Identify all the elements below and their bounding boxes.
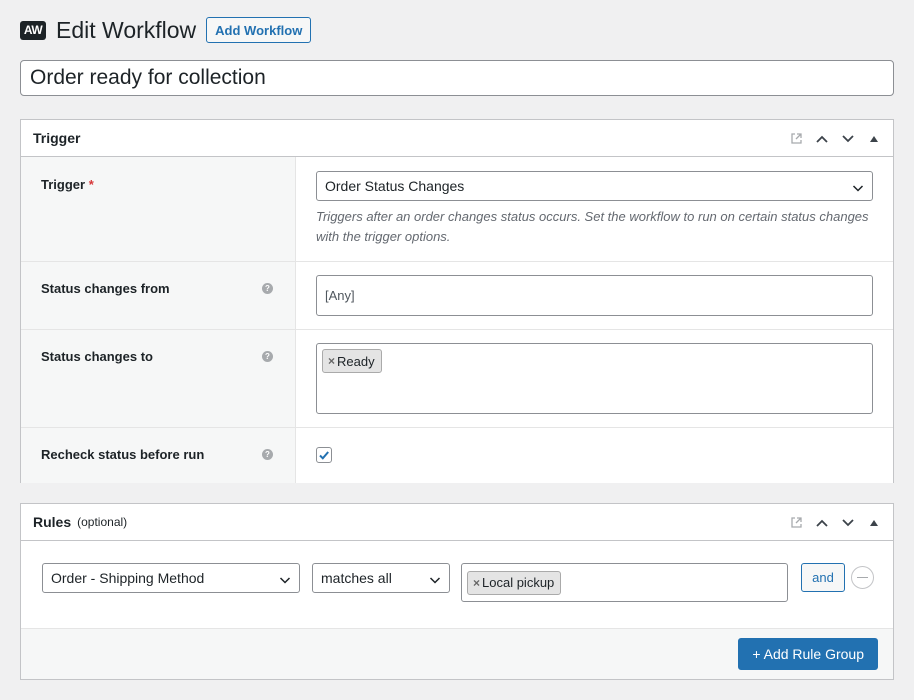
chevron-down-icon[interactable] <box>835 510 861 536</box>
add-workflow-button[interactable]: Add Workflow <box>206 17 312 43</box>
recheck-row: Recheck status before run ? <box>21 428 893 483</box>
help-icon[interactable]: ? <box>262 351 273 362</box>
rule-value-chip: × Local pickup <box>467 570 562 595</box>
trigger-field-input-cell: Order Status Changes Triggers after an o… <box>296 157 893 261</box>
trigger-field-label-cell: Trigger * <box>21 157 296 261</box>
status-to-label-cell: Status changes to ? <box>21 330 296 427</box>
help-icon[interactable]: ? <box>262 283 273 294</box>
rules-box-controls <box>783 504 887 541</box>
trigger-select[interactable]: Order Status Changes <box>316 171 873 201</box>
rules-box-title: Rules <box>33 514 72 530</box>
status-to-multiselect[interactable]: × Ready <box>316 343 873 414</box>
external-link-icon[interactable] <box>783 126 809 152</box>
page-title: Edit Workflow <box>56 16 197 43</box>
page-header: AW Edit Workflow Add Workflow <box>20 16 312 44</box>
recheck-checkbox[interactable] <box>316 447 332 463</box>
add-rule-group-button[interactable]: + Add Rule Group <box>738 638 878 670</box>
rules-box-subtitle: (optional) <box>77 515 128 529</box>
status-from-input-cell: [Any] <box>296 262 893 329</box>
trigger-box-title: Trigger <box>33 130 81 146</box>
trigger-field-row: Trigger * Order Status Changes Triggers … <box>21 157 893 262</box>
rule-value-multiselect[interactable]: × Local pickup <box>461 563 788 602</box>
trigger-description: Triggers after an order changes status o… <box>316 209 869 244</box>
chevron-down-icon <box>429 573 441 589</box>
rules-footer: + Add Rule Group <box>21 628 893 679</box>
recheck-label: Recheck status before run <box>41 447 205 462</box>
recheck-label-cell: Recheck status before run ? <box>21 428 296 483</box>
required-marker: * <box>88 177 94 192</box>
minus-icon <box>857 577 868 578</box>
chevron-down-icon <box>279 573 291 589</box>
rule-field-select[interactable]: Order - Shipping Method <box>42 563 300 593</box>
chevron-up-icon[interactable] <box>809 510 835 536</box>
status-from-label: Status changes from <box>41 281 170 296</box>
trigger-box-header: Trigger <box>21 120 893 157</box>
checkmark-icon <box>319 451 329 460</box>
status-to-label: Status changes to <box>41 349 153 364</box>
status-chip: × Ready <box>322 349 382 373</box>
chip-remove-icon[interactable]: × <box>473 576 480 590</box>
trigger-box-controls <box>783 120 887 157</box>
rules-box: Rules (optional) Order - Shipping Method <box>20 503 894 680</box>
and-button[interactable]: and <box>801 563 845 592</box>
status-from-label-cell: Status changes from ? <box>21 262 296 329</box>
chevron-up-icon[interactable] <box>809 126 835 152</box>
collapse-toggle-icon[interactable] <box>861 126 887 152</box>
status-from-row: Status changes from ? [Any] <box>21 262 893 330</box>
status-to-row: Status changes to ? × Ready <box>21 330 893 428</box>
rules-box-header: Rules (optional) <box>21 504 893 541</box>
recheck-input-cell <box>296 428 893 483</box>
chevron-down-icon[interactable] <box>835 126 861 152</box>
workflow-title-input[interactable]: Order ready for collection <box>20 60 894 96</box>
automatewoo-logo: AW <box>20 20 46 40</box>
external-link-icon[interactable] <box>783 510 809 536</box>
remove-rule-button[interactable] <box>851 566 874 589</box>
status-from-input[interactable]: [Any] <box>316 275 873 316</box>
trigger-field-label: Trigger * <box>41 177 94 192</box>
chevron-down-icon <box>852 181 864 197</box>
rule-compare-select[interactable]: matches all <box>312 563 450 593</box>
rule-group: Order - Shipping Method matches all × Lo… <box>21 541 893 628</box>
trigger-box: Trigger Trigger * Order Status Changes T… <box>20 119 894 483</box>
status-to-input-cell: × Ready <box>296 330 893 427</box>
collapse-toggle-icon[interactable] <box>861 510 887 536</box>
chip-remove-icon[interactable]: × <box>328 354 335 368</box>
help-icon[interactable]: ? <box>262 449 273 460</box>
